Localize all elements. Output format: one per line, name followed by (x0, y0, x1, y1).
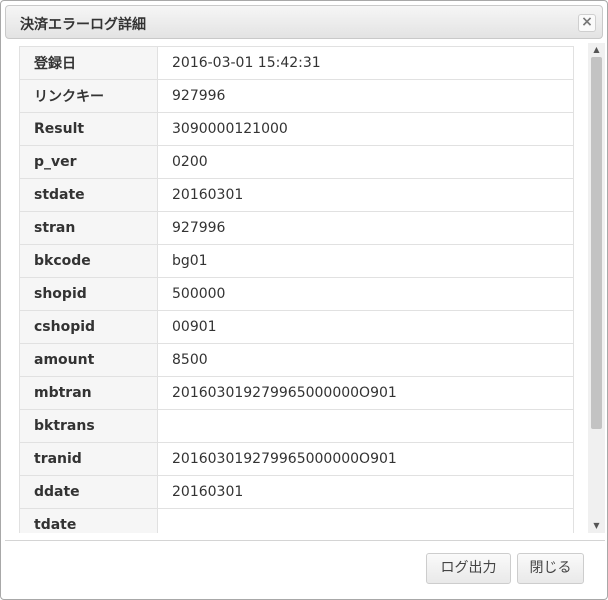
table-row: bktrans (19, 409, 574, 443)
row-value: 500000 (157, 277, 574, 311)
row-key: ddate (19, 475, 158, 509)
row-key: tranid (19, 442, 158, 476)
table-row: tranid 201603019279965000000O901 (19, 442, 574, 476)
row-value: 20160301 (157, 178, 574, 212)
scroll-down-icon[interactable]: ▼ (588, 519, 605, 533)
row-key: shopid (19, 277, 158, 311)
log-detail-table: 登録日 2016-03-01 15:42:31 リンクキー 927996 Resul… (19, 46, 574, 533)
row-value: 2016-03-01 15:42:31 (157, 46, 574, 80)
row-key: Result (19, 112, 158, 146)
row-value: 201603019279965000000O901 (157, 442, 574, 476)
table-row: リンクキー 927996 (19, 79, 574, 113)
row-value: 927996 (157, 211, 574, 245)
table-row: shopid 500000 (19, 277, 574, 311)
row-value: 201603019279965000000O901 (157, 376, 574, 410)
row-value (157, 508, 574, 533)
footer-divider (5, 540, 605, 541)
row-key: bkcode (19, 244, 158, 278)
table-row: ddate 20160301 (19, 475, 574, 509)
row-value: bg01 (157, 244, 574, 278)
row-key: tdate (19, 508, 158, 533)
table-row: stdate 20160301 (19, 178, 574, 212)
row-value: 8500 (157, 343, 574, 377)
row-value: 00901 (157, 310, 574, 344)
error-log-dialog: 決済エラーログ詳細 × 登録日 2016-03-01 15:42:31 リンクキー… (0, 0, 608, 600)
row-key: stdate (19, 178, 158, 212)
table-row: cshopid 00901 (19, 310, 574, 344)
scroll-up-icon[interactable]: ▲ (588, 43, 605, 57)
row-value: 3090000121000 (157, 112, 574, 146)
vertical-scrollbar[interactable]: ▲ ▼ (588, 43, 605, 533)
scroll-thumb[interactable] (591, 57, 602, 429)
table-row: amount 8500 (19, 343, 574, 377)
table-row: mbtran 201603019279965000000O901 (19, 376, 574, 410)
row-key: リンクキー (19, 79, 158, 113)
row-key: p_ver (19, 145, 158, 179)
table-row: tdate (19, 508, 574, 533)
row-key: 登録日 (19, 46, 158, 80)
dialog-content: 登録日 2016-03-01 15:42:31 リンクキー 927996 Resul… (5, 43, 605, 533)
dialog-title: 決済エラーログ詳細 (20, 17, 146, 33)
row-key: bktrans (19, 409, 158, 443)
table-row: stran 927996 (19, 211, 574, 245)
row-key: stran (19, 211, 158, 245)
row-value: 0200 (157, 145, 574, 179)
close-icon[interactable]: × (578, 14, 596, 32)
table-row: bkcode bg01 (19, 244, 574, 278)
row-key: cshopid (19, 310, 158, 344)
row-key: mbtran (19, 376, 158, 410)
row-value: 20160301 (157, 475, 574, 509)
dialog-titlebar[interactable]: 決済エラーログ詳細 × (5, 5, 603, 39)
table-row: p_ver 0200 (19, 145, 574, 179)
row-value (157, 409, 574, 443)
close-button[interactable]: 閉じる (517, 553, 584, 584)
row-value: 927996 (157, 79, 574, 113)
export-log-button[interactable]: ログ出力 (426, 553, 511, 584)
table-row: 登録日 2016-03-01 15:42:31 (19, 46, 574, 80)
table-row: Result 3090000121000 (19, 112, 574, 146)
row-key: amount (19, 343, 158, 377)
